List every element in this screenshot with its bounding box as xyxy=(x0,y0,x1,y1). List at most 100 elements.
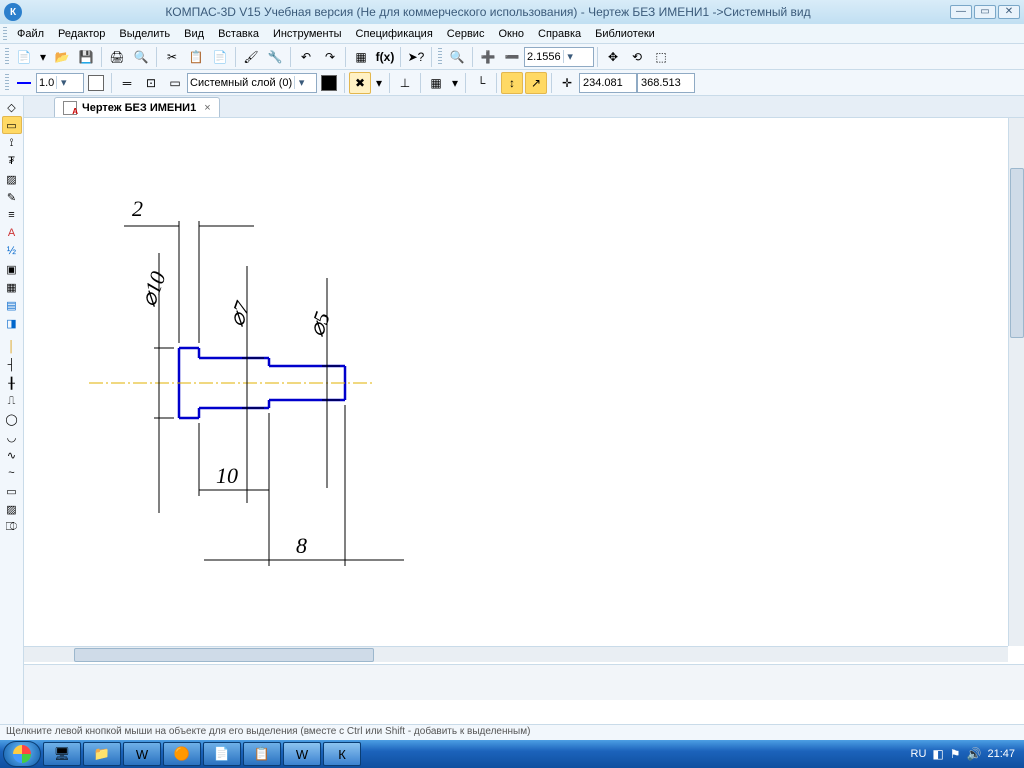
autoline-tool[interactable]: ~ xyxy=(2,464,22,482)
chain-tool[interactable]: ⎍ xyxy=(2,392,22,410)
zoom-dropdown-icon[interactable]: ▾ xyxy=(563,50,577,63)
tray-clock[interactable]: 21:47 xyxy=(987,748,1015,760)
print-preview-button[interactable]: 🔍 xyxy=(130,46,152,68)
zoom-fit-button[interactable]: 🔍 xyxy=(446,46,468,68)
ortho-button[interactable]: └ xyxy=(470,72,492,94)
stop-dropdown[interactable]: ▾ xyxy=(373,72,385,94)
line-style-opt2[interactable]: ⊡ xyxy=(140,72,162,94)
redraw-button[interactable]: ⬚ xyxy=(650,46,672,68)
toolbar-grip-2[interactable] xyxy=(438,48,442,66)
copy-props-button[interactable]: 🖌 xyxy=(240,46,262,68)
drawing-canvas[interactable]: 2 ⌀10 ⌀7 ⌀5 10 8 xyxy=(24,118,1008,646)
hscroll-thumb[interactable] xyxy=(74,648,374,662)
taskbar-item-2[interactable]: 📁 xyxy=(83,742,121,766)
menu-file[interactable]: Файл xyxy=(10,26,51,42)
arc-tool[interactable]: ◡ xyxy=(2,428,22,446)
aux-perp-tool[interactable]: ╂ xyxy=(2,374,22,392)
grid-dropdown[interactable]: ▾ xyxy=(449,72,461,94)
params-tool[interactable]: ≡ xyxy=(2,206,22,224)
variables-button[interactable]: f(x) xyxy=(374,46,396,68)
reports-tool[interactable]: ▤ xyxy=(2,296,22,314)
edit-tool[interactable]: ✎ xyxy=(2,188,22,206)
horizontal-scrollbar[interactable] xyxy=(24,646,1008,662)
offset-tool[interactable]: ⎄ xyxy=(2,518,22,536)
line-width-dropdown-icon[interactable]: ▾ xyxy=(56,76,70,89)
snap-style-button[interactable]: ⊥ xyxy=(394,72,416,94)
menu-tools[interactable]: Инструменты xyxy=(266,26,349,42)
taskbar-item-kompas[interactable]: К xyxy=(323,742,361,766)
views-tool[interactable]: ▣ xyxy=(2,260,22,278)
snap-toggle-1[interactable]: ↕ xyxy=(501,72,523,94)
hatch-tool[interactable]: ▨ xyxy=(2,170,22,188)
save-button[interactable]: 💾 xyxy=(75,46,97,68)
document-tab-close[interactable]: × xyxy=(204,102,210,114)
close-button[interactable]: ✕ xyxy=(998,5,1020,19)
zoom-out-button[interactable]: ➖ xyxy=(501,46,523,68)
pan-button[interactable]: ✥ xyxy=(602,46,624,68)
menu-insert[interactable]: Вставка xyxy=(211,26,266,42)
layer-combo[interactable]: Системный слой (0) ▾ xyxy=(187,73,317,93)
toolbar-grip-3[interactable] xyxy=(5,74,9,92)
manager-button[interactable]: ▦ xyxy=(350,46,372,68)
tray-lang[interactable]: RU xyxy=(911,748,927,760)
insert-tool[interactable]: ◨ xyxy=(2,314,22,332)
line-width-combo[interactable]: 1.0 ▾ xyxy=(36,73,84,93)
select-tool[interactable]: ▭ xyxy=(2,116,22,134)
tray-icon-2[interactable]: ⚑ xyxy=(950,747,961,761)
help-cursor-button[interactable]: ➤? xyxy=(405,46,427,68)
coord-x-field[interactable]: 234.081 xyxy=(579,73,637,93)
new-button[interactable]: 📄 xyxy=(13,46,35,68)
symbols-tool[interactable]: ₮ xyxy=(2,152,22,170)
taskbar-item-word[interactable]: W xyxy=(283,742,321,766)
color-a-button[interactable] xyxy=(85,72,107,94)
taskbar-item-5[interactable]: 📄 xyxy=(203,742,241,766)
circle-tool[interactable]: ◯ xyxy=(2,410,22,428)
menu-select[interactable]: Выделить xyxy=(112,26,177,42)
menu-editor[interactable]: Редактор xyxy=(51,26,112,42)
tables-tool[interactable]: ▦ xyxy=(2,278,22,296)
vscroll-thumb[interactable] xyxy=(1010,168,1024,338)
coord-y-field[interactable]: 368.513 xyxy=(637,73,695,93)
minimize-button[interactable]: — xyxy=(950,5,972,19)
document-tab[interactable]: Чертеж БЕЗ ИМЕНИ1 × xyxy=(54,97,220,117)
zoom-combo[interactable]: 2.1556 ▾ xyxy=(524,47,594,67)
measure-tool[interactable]: A xyxy=(2,224,22,242)
copy-button[interactable]: 📋 xyxy=(185,46,207,68)
layer-dropdown-icon[interactable]: ▾ xyxy=(294,76,308,89)
taskbar-item-1[interactable]: 🖥 xyxy=(43,742,81,766)
hatch-fill-tool[interactable]: ▨ xyxy=(2,500,22,518)
vertical-scrollbar[interactable] xyxy=(1008,118,1024,646)
line-style-opt3[interactable]: ▭ xyxy=(164,72,186,94)
toolbar-grip[interactable] xyxy=(5,48,9,66)
line-style-opt1[interactable]: ═ xyxy=(116,72,138,94)
geometry-panel-button[interactable]: ◇ xyxy=(2,98,22,116)
cut-button[interactable]: ✂ xyxy=(161,46,183,68)
menu-specification[interactable]: Спецификация xyxy=(349,26,440,42)
maximize-button[interactable]: ▭ xyxy=(974,5,996,19)
point-tool[interactable]: ▭ xyxy=(2,482,22,500)
spec-tool[interactable]: ½ xyxy=(2,242,22,260)
zoom-in-button[interactable]: ➕ xyxy=(477,46,499,68)
tray-volume-icon[interactable]: 🔊 xyxy=(967,747,982,761)
redo-button[interactable]: ↷ xyxy=(319,46,341,68)
paste-button[interactable]: 📄 xyxy=(209,46,231,68)
print-button[interactable]: 🖨 xyxy=(106,46,128,68)
snap-hline-tool[interactable]: │ xyxy=(2,338,22,356)
new-dropdown[interactable]: ▾ xyxy=(37,46,49,68)
rotate-view-button[interactable]: ⟲ xyxy=(626,46,648,68)
menu-help[interactable]: Справка xyxy=(531,26,588,42)
menu-libraries[interactable]: Библиотеки xyxy=(588,26,662,42)
stop-button[interactable]: ✖ xyxy=(349,72,371,94)
menu-view[interactable]: Вид xyxy=(177,26,211,42)
menubar-grip[interactable] xyxy=(3,27,7,41)
dimensions-tool[interactable]: ⟟ xyxy=(2,134,22,152)
open-button[interactable]: 📂 xyxy=(51,46,73,68)
taskbar-item-3[interactable]: W xyxy=(123,742,161,766)
layer-color-button[interactable] xyxy=(318,72,340,94)
taskbar-item-4[interactable]: 🟠 xyxy=(163,742,201,766)
properties-button[interactable]: 🔧 xyxy=(264,46,286,68)
line-style-button[interactable] xyxy=(13,72,35,94)
menu-window[interactable]: Окно xyxy=(491,26,531,42)
grid-button[interactable]: ▦ xyxy=(425,72,447,94)
menu-service[interactable]: Сервис xyxy=(440,26,492,42)
